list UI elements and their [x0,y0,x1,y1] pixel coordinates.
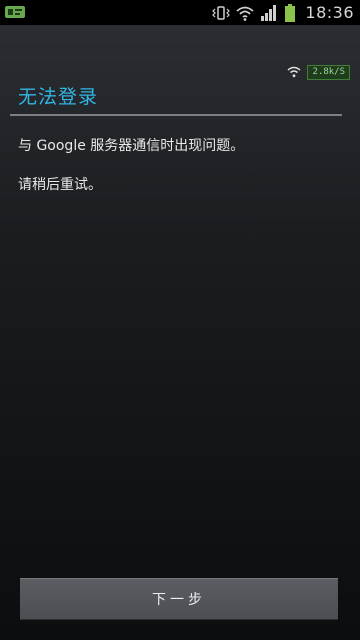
wifi-icon [236,4,254,22]
battery-icon [284,3,296,22]
network-indicator: 2.8k/S [287,64,350,80]
vibrate-icon [212,4,231,22]
app-notification-icon [4,4,26,20]
network-speed: 2.8k/S [307,64,350,80]
page-title: 无法登录 [18,86,99,108]
error-message: 与 Google 服务器通信时出现问题。 [18,138,245,154]
wifi-icon [287,63,301,82]
status-icons: 18:36 [212,2,354,23]
retry-message: 请稍后重试。 [18,177,102,193]
next-button[interactable]: 下一步 [20,578,338,620]
signal-icon [260,4,278,22]
title-divider [10,114,342,116]
status-bar: 18:36 [0,0,360,25]
status-time: 18:36 [305,3,354,22]
